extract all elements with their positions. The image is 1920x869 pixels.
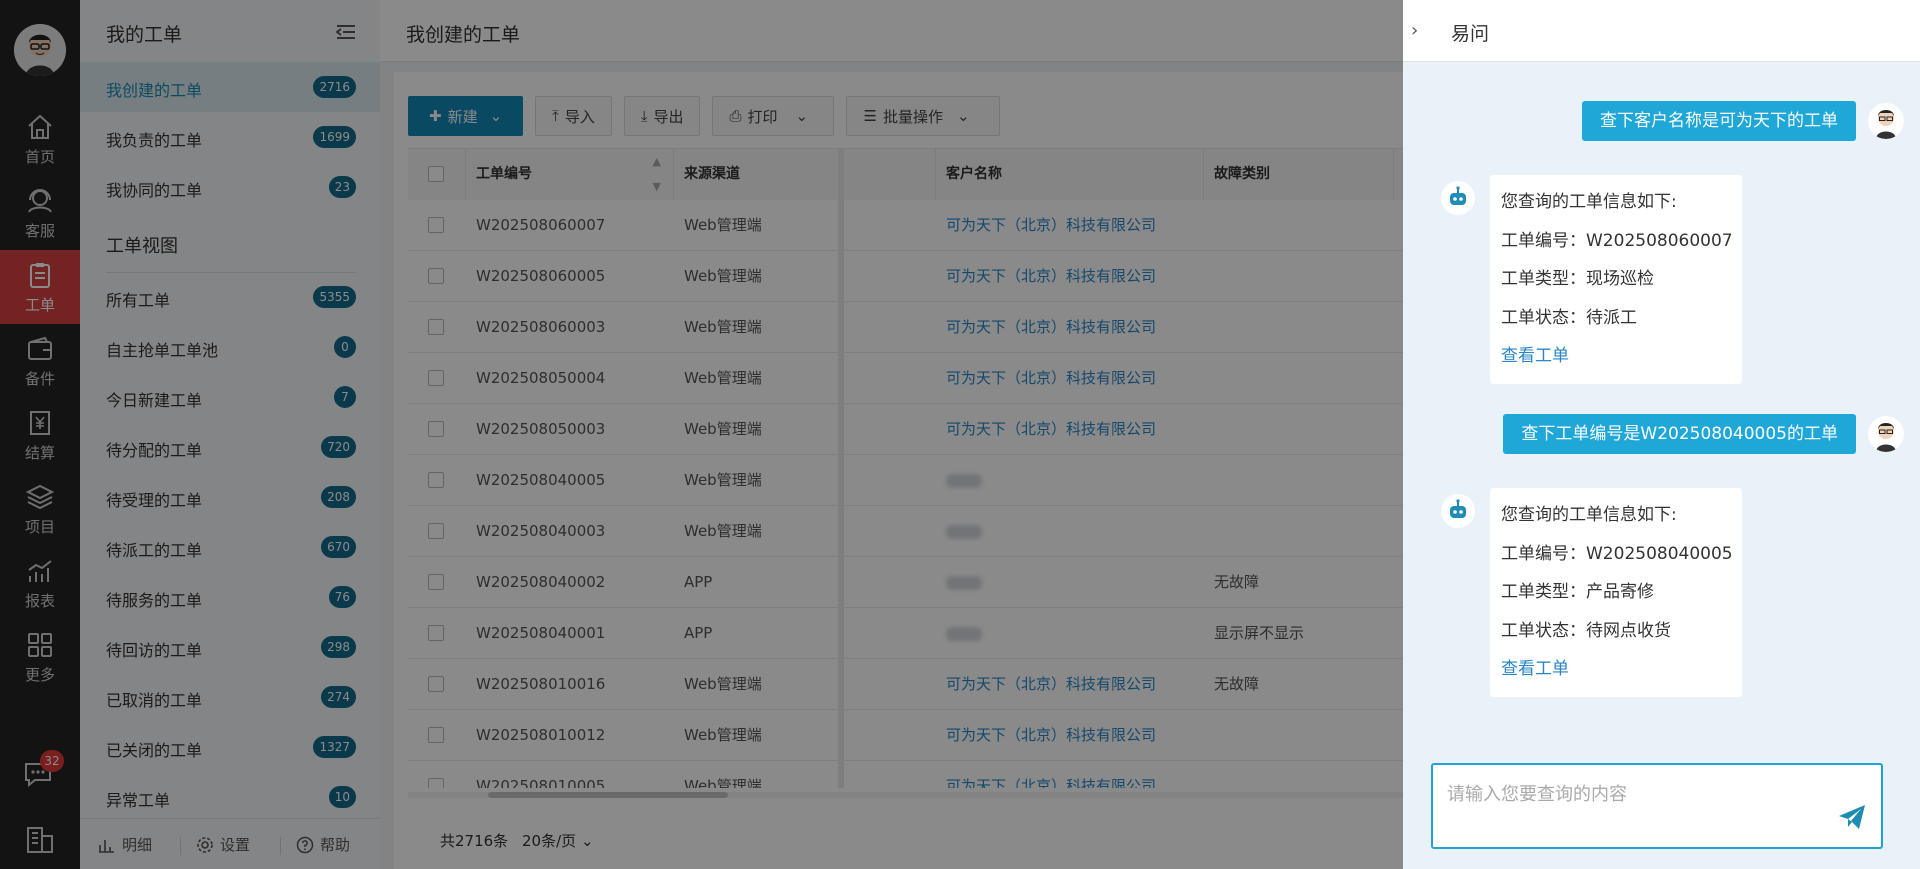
chevron-right-icon[interactable]: › [1411, 20, 1418, 41]
view-workorder-link[interactable]: 查看工单 [1501, 650, 1731, 689]
user-avatar [1868, 103, 1904, 139]
bot-message-line: 工单状态：待网点收货 [1501, 620, 1671, 641]
ai-chat-panel: › 易问 查下客户名称是可为天下的工单 您查询的工单信息如下: 工单编号：W20… [1403, 0, 1920, 869]
chat-input[interactable] [1447, 779, 1847, 809]
view-workorder-link[interactable]: 查看工单 [1501, 337, 1731, 376]
robot-icon [1450, 186, 1466, 205]
bot-avatar [1441, 181, 1475, 215]
bot-message: 您查询的工单信息如下: 工单编号：W202508040005 工单类型：产品寄修… [1490, 488, 1742, 697]
user-avatar [1868, 416, 1904, 452]
user-message: 查下工单编号是W202508040005的工单 [1503, 414, 1856, 454]
chat-header: › 易问 [1403, 0, 1920, 62]
bot-message-line: 您查询的工单信息如下: [1501, 192, 1677, 212]
bot-avatar [1441, 494, 1475, 528]
bot-message-line: 工单类型：现场巡检 [1501, 269, 1654, 289]
bot-message: 您查询的工单信息如下: 工单编号：W202508060007 工单类型：现场巡检… [1490, 175, 1742, 384]
bot-message-line: 工单状态：待派工 [1501, 307, 1637, 328]
chat-title: 易问 [1451, 23, 1490, 45]
chat-input-box [1431, 763, 1883, 849]
bot-message-line: 工单类型：产品寄修 [1501, 582, 1654, 602]
bot-message-line: 工单编号：W202508040005 [1501, 543, 1733, 564]
user-message: 查下客户名称是可为天下的工单 [1582, 101, 1856, 141]
bot-message-line: 您查询的工单信息如下: [1501, 505, 1677, 525]
bot-message-line: 工单编号：W202508060007 [1501, 230, 1733, 251]
robot-icon [1450, 499, 1466, 518]
send-icon[interactable] [1837, 803, 1867, 835]
